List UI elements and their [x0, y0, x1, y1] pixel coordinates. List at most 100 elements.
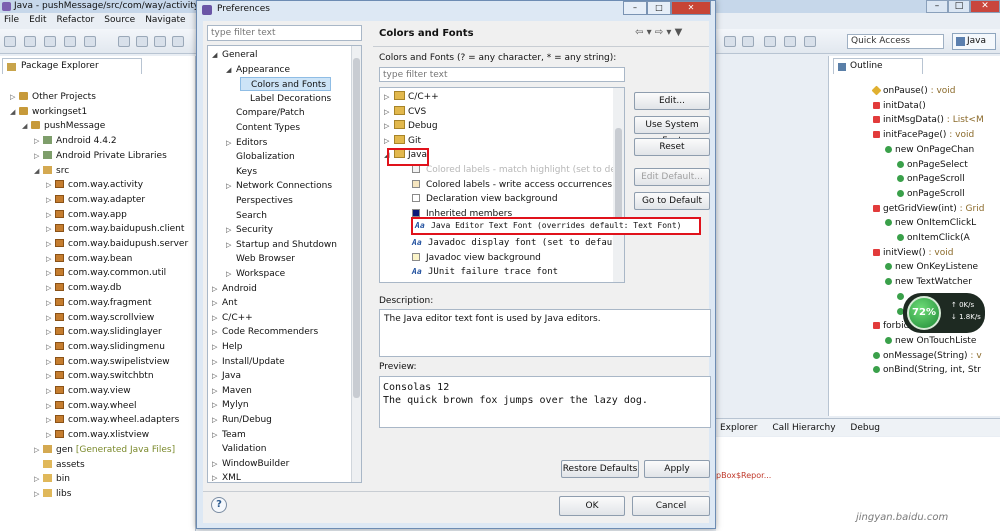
- pref-tree-item[interactable]: ▷ Android: [212, 282, 257, 296]
- outline-row[interactable]: onPageScroll: [897, 187, 965, 201]
- tree-row[interactable]: ▷ com.way.view: [46, 384, 131, 398]
- expand-arrow-icon[interactable]: ▷: [34, 149, 43, 163]
- tree-row[interactable]: ▷ gen [Generated Java Files]: [34, 443, 175, 457]
- tree-row[interactable]: assets: [34, 458, 85, 472]
- colors-fonts-scrollbar[interactable]: [613, 88, 624, 282]
- expand-arrow-icon[interactable]: ▷: [46, 252, 55, 266]
- expand-arrow-icon[interactable]: ◢: [212, 48, 222, 62]
- expand-arrow-icon[interactable]: ▷: [212, 398, 222, 412]
- expand-arrow-icon[interactable]: ▷: [34, 472, 43, 486]
- pref-tree-item[interactable]: Compare/Patch: [226, 106, 305, 120]
- outline-row[interactable]: initData(): [873, 99, 926, 113]
- outline-row[interactable]: new OnKeyListene: [885, 260, 978, 274]
- expand-arrow-icon[interactable]: ▷: [46, 399, 55, 413]
- pref-tree-item[interactable]: Colors and Fonts: [240, 77, 332, 92]
- colors-fonts-filter-input[interactable]: [379, 67, 625, 82]
- expand-arrow-icon[interactable]: ▷: [34, 487, 43, 501]
- new-icon[interactable]: [4, 36, 16, 47]
- go-to-default-button[interactable]: Go to Default: [634, 192, 710, 210]
- terminate-icon[interactable]: [172, 36, 184, 47]
- quick-access-input[interactable]: Quick Access: [847, 34, 944, 49]
- expand-arrow-icon[interactable]: ▷: [384, 105, 394, 119]
- dialog-minimize-icon[interactable]: –: [623, 1, 647, 15]
- resume-icon[interactable]: [136, 36, 148, 47]
- tree-row[interactable]: ▷ com.way.fragment: [46, 296, 152, 310]
- close-icon[interactable]: ✕: [970, 0, 1000, 13]
- expand-arrow-icon[interactable]: ▷: [212, 311, 222, 325]
- expand-arrow-icon[interactable]: ▷: [46, 369, 55, 383]
- pref-tree-item[interactable]: ▷ Mylyn: [212, 398, 249, 412]
- split-sash[interactable]: [366, 21, 370, 491]
- expand-arrow-icon[interactable]: ▷: [46, 325, 55, 339]
- pref-tree-item[interactable]: ▷ C/C++: [212, 311, 253, 325]
- forward-menu-icon[interactable]: ▾: [666, 27, 671, 38]
- expand-arrow-icon[interactable]: ▷: [212, 413, 222, 427]
- back-menu-icon[interactable]: ▾: [647, 27, 652, 38]
- menu-file[interactable]: File: [4, 13, 19, 28]
- tree-row[interactable]: ▷ com.way.activity: [46, 178, 143, 192]
- outline-row[interactable]: onMessage(String) : v: [873, 349, 982, 363]
- tree-row[interactable]: ▷ com.way.db: [46, 281, 121, 295]
- ok-button[interactable]: OK: [559, 496, 625, 516]
- expand-arrow-icon[interactable]: ▷: [212, 282, 222, 296]
- menu-navigate[interactable]: Navigate: [145, 13, 185, 28]
- tree-row[interactable]: ▷ com.way.swipelistview: [46, 355, 170, 369]
- android-sdk-icon[interactable]: [64, 36, 76, 47]
- scrollbar-thumb[interactable]: [615, 128, 622, 228]
- suspend-icon[interactable]: [154, 36, 166, 47]
- tree-row[interactable]: ▷ com.way.baidupush.server: [46, 237, 188, 251]
- outline-tab[interactable]: Outline: [833, 58, 923, 74]
- view-menu-icon[interactable]: ▼: [675, 27, 683, 38]
- outline-row[interactable]: onPageSelect: [897, 158, 968, 172]
- expand-arrow-icon[interactable]: ▷: [46, 311, 55, 325]
- outline-row[interactable]: new OnItemClickL: [885, 216, 976, 230]
- pref-tree-item[interactable]: Web Browser: [226, 252, 295, 266]
- tree-row[interactable]: ▷ com.way.adapter: [46, 193, 145, 207]
- color-font-item[interactable]: Colored labels - write access occurrence…: [412, 178, 612, 192]
- tree-row[interactable]: ▷ com.way.app: [46, 208, 127, 222]
- tree-row[interactable]: ▷ com.way.bean: [46, 252, 132, 266]
- expand-arrow-icon[interactable]: ▷: [212, 325, 222, 339]
- color-font-item[interactable]: ▷ C/C++: [384, 90, 439, 104]
- pref-tree-item[interactable]: ▷ Workspace: [226, 267, 285, 281]
- color-font-item[interactable]: Declaration view background: [412, 192, 558, 206]
- tree-row[interactable]: ▷ com.way.common.util: [46, 266, 166, 280]
- preferences-tree-scrollbar[interactable]: [351, 46, 361, 482]
- expand-arrow-icon[interactable]: ▷: [46, 340, 55, 354]
- tree-row[interactable]: ▷ com.way.slidingmenu: [46, 340, 165, 354]
- minimize-icon[interactable]: –: [926, 0, 948, 13]
- maximize-icon[interactable]: □: [948, 0, 970, 13]
- outline-row[interactable]: initFacePage() : void: [873, 128, 974, 142]
- dialog-close-icon[interactable]: ✕: [671, 1, 711, 15]
- color-font-item[interactable]: Aa Javadoc display font (set to default: …: [412, 236, 624, 250]
- color-font-item[interactable]: Colored labels - match highlight (set to…: [412, 163, 619, 177]
- expand-arrow-icon[interactable]: ▷: [34, 134, 43, 148]
- restore-defaults-button[interactable]: Restore Defaults: [561, 460, 639, 478]
- preferences-filter-input[interactable]: [207, 25, 362, 41]
- print-icon[interactable]: [44, 36, 56, 47]
- edit-button[interactable]: Edit...: [634, 92, 710, 110]
- outline-row[interactable]: onItemClick(A: [897, 231, 970, 245]
- pref-tree-item[interactable]: ▷ Install/Update: [212, 355, 285, 369]
- back-arrow-icon[interactable]: ⇦: [635, 27, 643, 38]
- pref-tree-item[interactable]: ▷ Help: [212, 340, 243, 354]
- save-icon[interactable]: [24, 36, 36, 47]
- expand-arrow-icon[interactable]: ▷: [34, 443, 43, 457]
- expand-arrow-icon[interactable]: ▷: [212, 471, 222, 485]
- outline-row[interactable]: new OnTouchListe: [885, 334, 976, 348]
- tree-row[interactable]: ▷ com.way.slidinglayer: [46, 325, 162, 339]
- apply-button[interactable]: Apply: [644, 460, 710, 478]
- expand-arrow-icon[interactable]: ▷: [384, 134, 394, 148]
- menu-edit[interactable]: Edit: [29, 13, 46, 28]
- expand-arrow-icon[interactable]: ▷: [46, 208, 55, 222]
- use-system-font-button[interactable]: Use System Font: [634, 116, 710, 146]
- menu-refactor[interactable]: Refactor: [57, 13, 95, 28]
- pref-tree-item[interactable]: ▷ Code Recommenders: [212, 325, 318, 339]
- tree-row[interactable]: ◢ pushMessage: [22, 119, 105, 133]
- outline-row[interactable]: getGridView(int) : Grid: [873, 202, 984, 216]
- pref-tree-item[interactable]: ▷ Team: [212, 428, 246, 442]
- outline-row[interactable]: new OnPageChan: [885, 143, 974, 157]
- expand-arrow-icon[interactable]: ▷: [46, 178, 55, 192]
- pref-tree-item[interactable]: ◢ General: [212, 48, 257, 62]
- expand-arrow-icon[interactable]: ▷: [46, 266, 55, 280]
